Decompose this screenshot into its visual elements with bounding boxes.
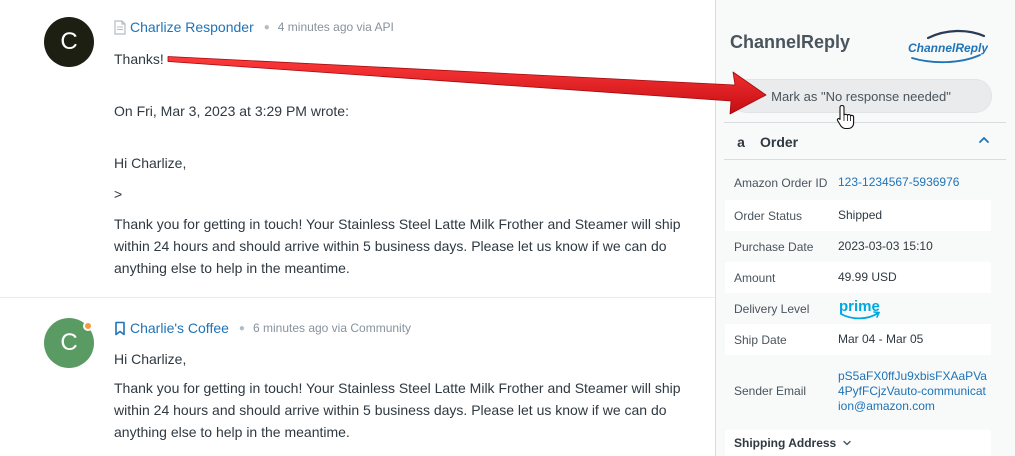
- shipping-address-toggle[interactable]: Shipping Address: [725, 430, 991, 456]
- table-row: Purchase Date 2023-03-03 15:10: [725, 231, 991, 262]
- row-key: Amazon Order ID: [734, 175, 828, 190]
- divider: [724, 122, 1006, 123]
- row-key: Order Status: [734, 208, 803, 223]
- row-key: Purchase Date: [734, 239, 814, 254]
- message-header: Charlie's Coffee ● 6 minutes ago via Com…: [114, 320, 411, 336]
- amazon-icon: a: [737, 134, 745, 150]
- order-section-header[interactable]: a Order: [734, 131, 994, 153]
- quoted-header: On Fri, Mar 3, 2023 at 3:29 PM wrote:: [114, 103, 349, 119]
- message-2: C Charlie's Coffee ● 6 minutes ago via C…: [0, 297, 715, 456]
- logo-text: ChannelReply: [908, 41, 988, 55]
- message-1: C Charlize Responder ● 4 minutes ago via…: [0, 0, 715, 297]
- row-key: Ship Date: [734, 332, 787, 347]
- message-greeting: Hi Charlize,: [114, 351, 187, 367]
- table-row: Delivery Level prime: [725, 293, 991, 324]
- row-key: Delivery Level: [734, 301, 810, 316]
- bookmark-icon: [115, 321, 125, 335]
- author-name[interactable]: Charlie's Coffee: [130, 320, 229, 336]
- message-header: Charlize Responder ● 4 minutes ago via A…: [114, 19, 394, 35]
- app-sidebar: ChannelReply ChannelReply Mark as "No re…: [715, 0, 1015, 456]
- hand-pointer-icon: [836, 104, 855, 130]
- divider: [724, 159, 1006, 160]
- row-value: Mar 04 - Mar 05: [838, 332, 924, 346]
- separator-dot: ●: [263, 21, 270, 33]
- presence-indicator: [83, 321, 93, 331]
- row-value: Shipped: [838, 208, 883, 222]
- mark-no-response-button[interactable]: Mark as "No response needed": [730, 79, 992, 113]
- row-value: 2023-03-03 15:10: [838, 239, 933, 253]
- quote-marker: >: [114, 186, 123, 202]
- row-value: prime: [838, 297, 988, 321]
- prime-logo: prime: [839, 298, 881, 319]
- amazon-order-id-link[interactable]: 123-1234567-5936976: [838, 175, 988, 190]
- message-meta: 4 minutes ago via API: [277, 20, 394, 34]
- message-text: Thanks!: [114, 51, 164, 67]
- separator-dot: ●: [238, 322, 245, 334]
- message-paragraph: Thank you for getting in touch! Your Sta…: [114, 380, 681, 440]
- conversation-pane: C Charlize Responder ● 4 minutes ago via…: [0, 0, 715, 456]
- message-meta: 6 minutes ago via Community: [252, 321, 412, 335]
- shipping-address-label: Shipping Address: [734, 436, 837, 450]
- table-row: Order Status Shipped: [725, 200, 991, 231]
- quoted-greeting: Hi Charlize,: [114, 155, 187, 171]
- order-title: Order: [760, 134, 799, 150]
- table-row: Amazon Order ID 123-1234567-5936976: [725, 165, 991, 200]
- quoted-paragraph: Thank you for getting in touch! Your Sta…: [114, 216, 681, 276]
- author-name[interactable]: Charlize Responder: [130, 19, 254, 35]
- table-row: Amount 49.99 USD: [725, 262, 991, 293]
- table-row: Sender Email pS5aFX0ffJu9xbisFXAaPVa4Pyf…: [725, 355, 991, 427]
- chevron-up-icon[interactable]: [978, 134, 990, 146]
- avatar[interactable]: C: [44, 17, 94, 67]
- row-key: Amount: [734, 270, 776, 285]
- chevron-down-icon: [843, 440, 851, 446]
- app-title: ChannelReply: [730, 32, 851, 52]
- document-icon: [114, 19, 126, 35]
- row-key: Sender Email: [734, 384, 807, 398]
- row-value: 49.99 USD: [838, 270, 897, 284]
- sender-email-link[interactable]: pS5aFX0ffJu9xbisFXAaPVa4PyfFCjzVauto-com…: [838, 369, 988, 414]
- channelreply-logo: ChannelReply: [908, 29, 988, 64]
- table-row: Ship Date Mar 04 - Mar 05: [725, 324, 991, 355]
- order-details-table: Amazon Order ID 123-1234567-5936976 Orde…: [725, 165, 991, 427]
